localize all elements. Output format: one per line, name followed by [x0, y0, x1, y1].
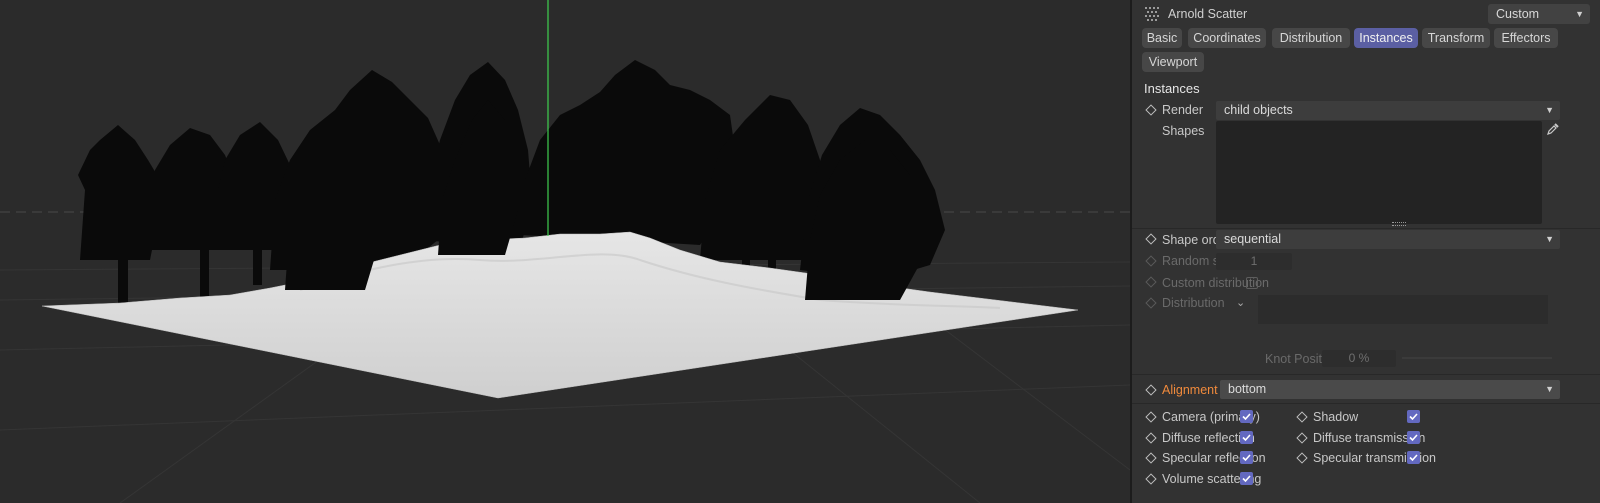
- checkmark-icon: [1242, 434, 1251, 442]
- alignment-dropdown[interactable]: bottom ▼: [1220, 380, 1560, 399]
- separator: [1132, 403, 1600, 404]
- tab-coordinates[interactable]: Coordinates: [1188, 28, 1266, 48]
- keyframe-diamond-icon[interactable]: [1145, 104, 1157, 116]
- render-value: child objects: [1224, 103, 1293, 117]
- chevron-down-icon[interactable]: ⌄: [1236, 296, 1245, 309]
- alignment-label: Alignment: [1162, 383, 1218, 397]
- separator: [1132, 228, 1600, 229]
- attributes-panel: Arnold Scatter Custom ▼ Basic Coordinate…: [1132, 0, 1600, 503]
- keyframe-diamond-icon[interactable]: [1145, 233, 1157, 245]
- tab-viewport[interactable]: Viewport: [1142, 52, 1204, 72]
- volume-scattering-checkbox[interactable]: [1240, 472, 1253, 485]
- render-dropdown[interactable]: child objects ▼: [1216, 101, 1560, 120]
- keyframe-diamond-icon[interactable]: [1145, 432, 1157, 444]
- viewport-scene: [0, 0, 1130, 503]
- camera-primary-checkbox[interactable]: [1240, 410, 1253, 423]
- checkmark-icon: [1409, 434, 1418, 442]
- alignment-value: bottom: [1228, 382, 1267, 396]
- tab-distribution[interactable]: Distribution: [1272, 28, 1350, 48]
- preset-dropdown[interactable]: Custom ▼: [1488, 4, 1590, 24]
- knot-position-slider: [1402, 357, 1552, 359]
- diffuse-transmission-checkbox[interactable]: [1407, 431, 1420, 444]
- section-title: Instances: [1144, 81, 1200, 96]
- keyframe-diamond-icon[interactable]: [1145, 411, 1157, 423]
- tab-transform[interactable]: Transform: [1422, 28, 1490, 48]
- object-header: Arnold Scatter Custom ▼: [1144, 4, 1590, 24]
- eyedropper-icon[interactable]: [1546, 122, 1560, 136]
- keyframe-diamond-icon[interactable]: [1296, 432, 1308, 444]
- chevron-down-icon: ▼: [1545, 105, 1554, 115]
- render-label: Render: [1162, 103, 1203, 117]
- shapes-list[interactable]: [1216, 121, 1542, 224]
- preset-value: Custom: [1496, 7, 1540, 21]
- specular-reflection-checkbox[interactable]: [1240, 451, 1253, 464]
- object-title: Arnold Scatter: [1168, 7, 1248, 21]
- chevron-down-icon: ▼: [1545, 234, 1554, 244]
- keyframe-diamond-icon[interactable]: [1145, 384, 1157, 396]
- shadow-checkbox[interactable]: [1407, 410, 1420, 423]
- chevron-down-icon: ▼: [1575, 9, 1584, 19]
- diffuse-reflection-checkbox[interactable]: [1240, 431, 1253, 444]
- checkmark-icon: [1242, 413, 1251, 421]
- checkmark-icon: [1409, 454, 1418, 462]
- distribution-spline-box: [1258, 295, 1548, 324]
- distribution-label: Distribution: [1162, 296, 1225, 310]
- checkmark-icon: [1242, 475, 1251, 483]
- shape-order-dropdown[interactable]: sequential ▼: [1216, 230, 1560, 249]
- tab-basic[interactable]: Basic: [1142, 28, 1182, 48]
- shapes-label: Shapes: [1162, 124, 1205, 138]
- keyframe-diamond-icon[interactable]: [1145, 473, 1157, 485]
- keyframe-diamond-icon: [1145, 297, 1157, 309]
- tab-effectors[interactable]: Effectors: [1494, 28, 1558, 48]
- resize-grip-icon[interactable]: [1392, 222, 1406, 226]
- scatter-icon: [1145, 7, 1159, 21]
- keyframe-diamond-icon[interactable]: [1145, 452, 1157, 464]
- separator: [1132, 374, 1600, 375]
- knot-position-field: 0 %: [1322, 350, 1396, 367]
- tab-instances[interactable]: Instances: [1354, 28, 1418, 48]
- chevron-down-icon: ▼: [1545, 384, 1554, 394]
- 3d-viewport[interactable]: [0, 0, 1130, 503]
- shape-order-value: sequential: [1224, 232, 1281, 246]
- keyframe-diamond-icon[interactable]: [1296, 411, 1308, 423]
- keyframe-diamond-icon: [1145, 255, 1157, 267]
- custom-distribution-checkbox: [1246, 277, 1258, 289]
- keyframe-diamond-icon[interactable]: [1296, 452, 1308, 464]
- checkmark-icon: [1409, 413, 1418, 421]
- random-seed-field: 1: [1216, 253, 1292, 270]
- specular-transmission-checkbox[interactable]: [1407, 451, 1420, 464]
- shadow-label: Shadow: [1313, 410, 1359, 424]
- checkmark-icon: [1242, 454, 1251, 462]
- keyframe-diamond-icon: [1145, 276, 1157, 288]
